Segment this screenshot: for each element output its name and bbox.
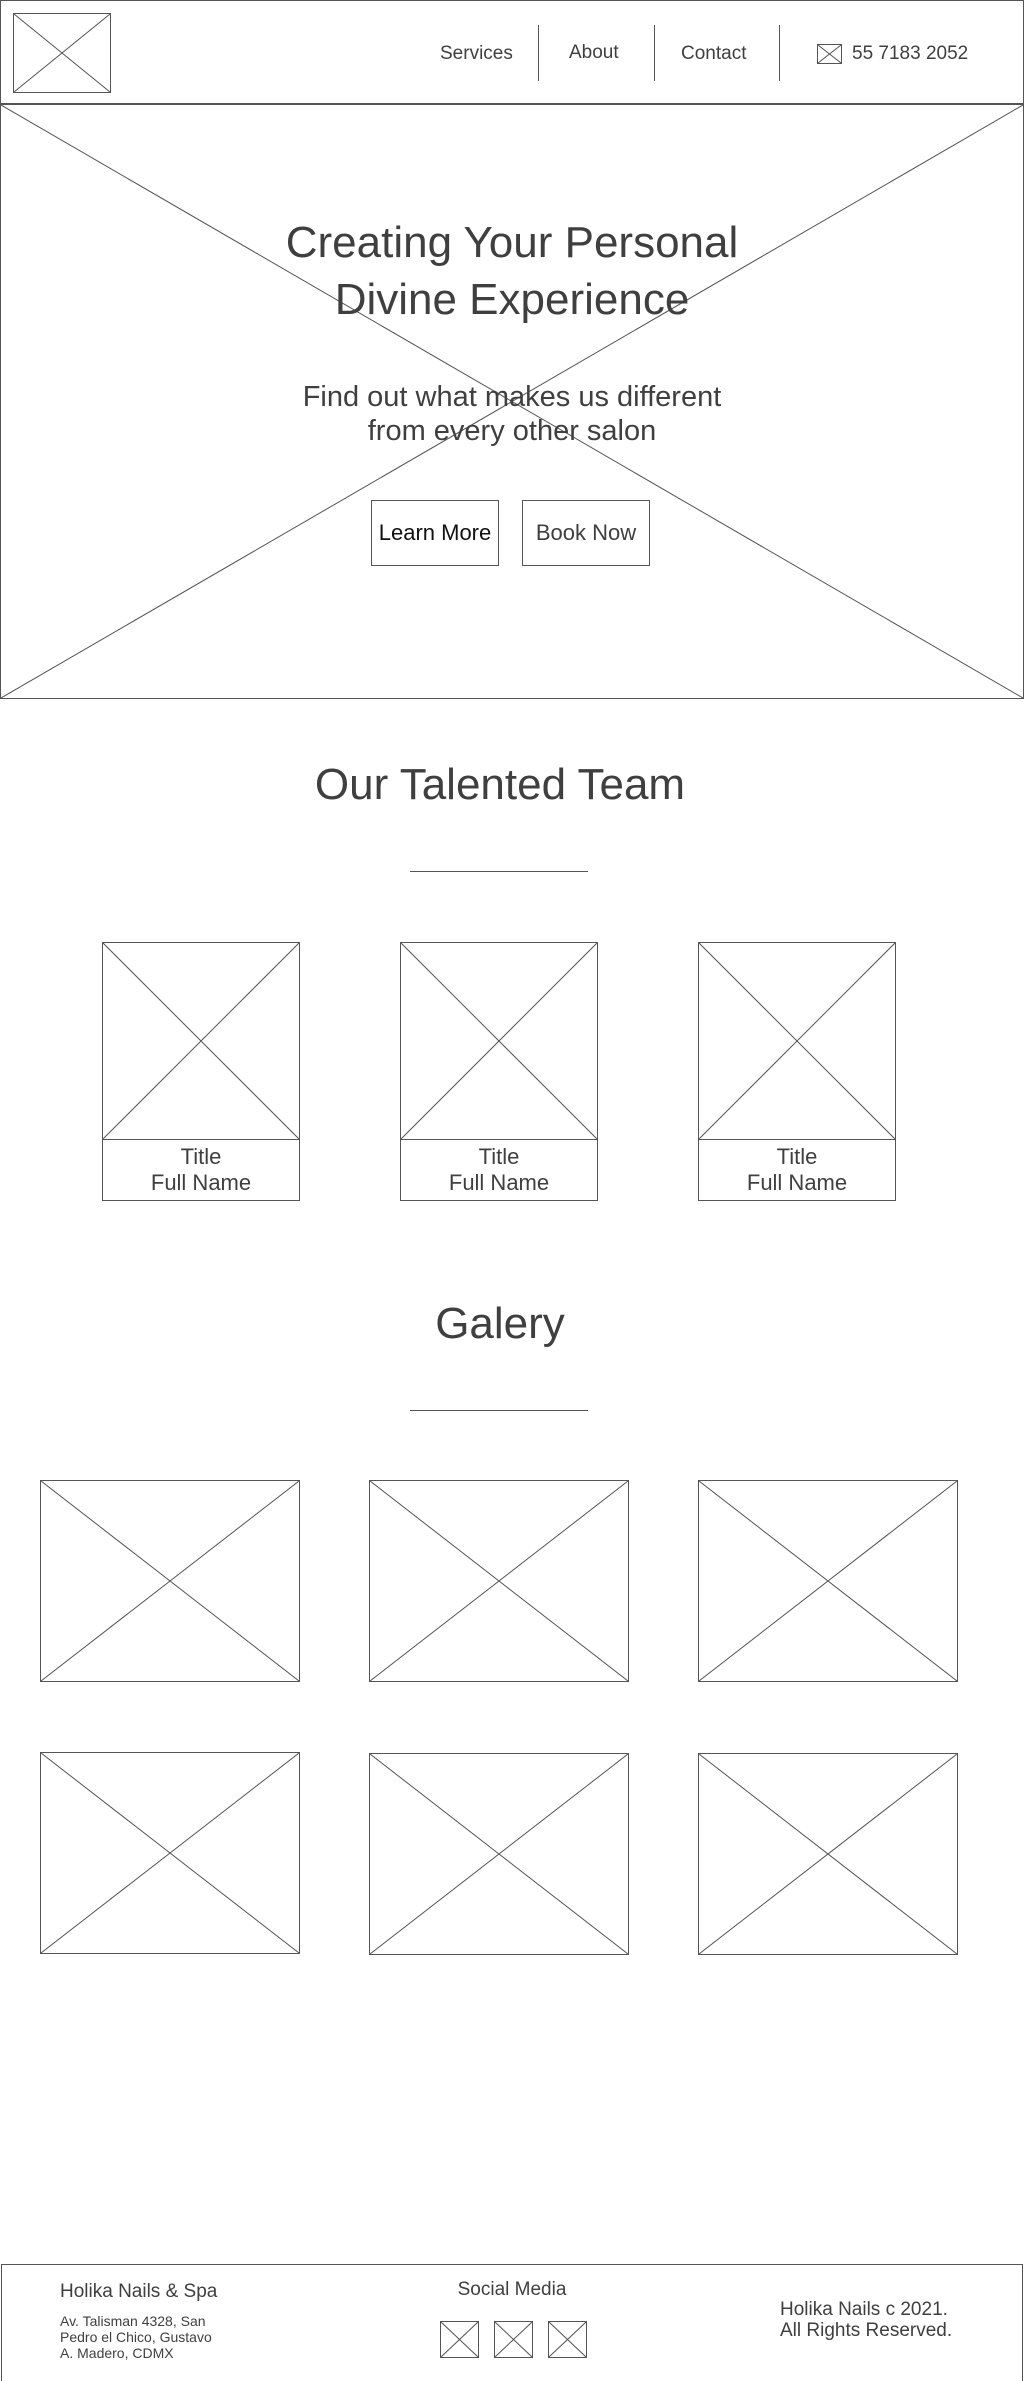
gallery-image[interactable]	[369, 1480, 629, 1682]
team-member-photo	[698, 942, 896, 1140]
learn-more-button[interactable]: Learn More	[371, 500, 499, 566]
nav-link-about[interactable]: About	[569, 42, 619, 64]
copyright-line: Holika Nails c 2021.	[780, 2299, 948, 2320]
footer-address-line: A. Madero, CDMX	[60, 2345, 174, 2361]
footer-address-line: Av. Talisman 4328, San	[60, 2313, 206, 2329]
team-member-caption: Title Full Name	[401, 1144, 597, 1196]
gallery-image[interactable]	[698, 1753, 958, 1955]
copyright-line: All Rights Reserved.	[780, 2320, 953, 2341]
section-divider	[410, 871, 588, 872]
team-member-caption: Title Full Name	[699, 1144, 895, 1196]
social-icon[interactable]	[440, 2321, 479, 2358]
team-member-title: Title	[180, 1144, 222, 1169]
footer-address: Av. Talisman 4328, San Pedro el Chico, G…	[60, 2313, 240, 2361]
hero-title-line: Divine Experience	[334, 275, 690, 324]
site-header: Services About Contact 55 7183 2052	[0, 0, 1024, 104]
team-member-caption: Title Full Name	[103, 1144, 299, 1196]
team-member-title: Title	[776, 1144, 818, 1169]
team-member-name: Full Name	[746, 1170, 848, 1195]
gallery-image[interactable]	[40, 1752, 300, 1954]
logo-placeholder-image[interactable]	[13, 13, 111, 93]
team-member-name: Full Name	[150, 1170, 252, 1195]
team-member-card[interactable]: Title Full Name	[400, 942, 598, 1201]
book-now-button[interactable]: Book Now	[522, 500, 650, 566]
footer-address-line: Pedro el Chico, Gustavo	[60, 2329, 212, 2345]
section-divider	[410, 1410, 588, 1411]
gallery-section-title: Galery	[435, 1299, 565, 1348]
hero-subtitle-line: from every other salon	[367, 415, 657, 447]
footer-copyright: Holika Nails c 2021. All Rights Reserved…	[780, 2299, 1000, 2341]
footer-brand-name: Holika Nails & Spa	[60, 2281, 218, 2302]
social-icon[interactable]	[494, 2321, 533, 2358]
social-media-heading: Social Media	[457, 2279, 567, 2300]
social-icon[interactable]	[548, 2321, 587, 2358]
gallery-image[interactable]	[40, 1480, 300, 1682]
nav-divider	[779, 25, 780, 81]
site-footer: Holika Nails & Spa Av. Talisman 4328, Sa…	[1, 2264, 1023, 2381]
team-member-name: Full Name	[448, 1170, 550, 1195]
nav-divider	[654, 25, 655, 81]
team-member-title: Title	[478, 1144, 520, 1169]
team-member-photo	[400, 942, 598, 1140]
hero-title-line: Creating Your Personal	[285, 218, 739, 267]
hero-subtitle: Find out what makes us different from ev…	[262, 380, 762, 448]
hero-title: Creating Your Personal Divine Experience	[212, 214, 812, 328]
team-section-title: Our Talented Team	[314, 760, 686, 809]
phone-icon	[817, 44, 842, 64]
team-member-card[interactable]: Title Full Name	[698, 942, 896, 1201]
nav-link-services[interactable]: Services	[440, 43, 513, 65]
nav-divider	[538, 25, 539, 81]
hero-subtitle-line: Find out what makes us different	[302, 381, 722, 413]
phone-number[interactable]: 55 7183 2052	[852, 43, 968, 65]
team-member-photo	[102, 942, 300, 1140]
gallery-image[interactable]	[698, 1480, 958, 1682]
gallery-image[interactable]	[369, 1753, 629, 1955]
nav-link-contact[interactable]: Contact	[681, 43, 746, 65]
team-member-card[interactable]: Title Full Name	[102, 942, 300, 1201]
